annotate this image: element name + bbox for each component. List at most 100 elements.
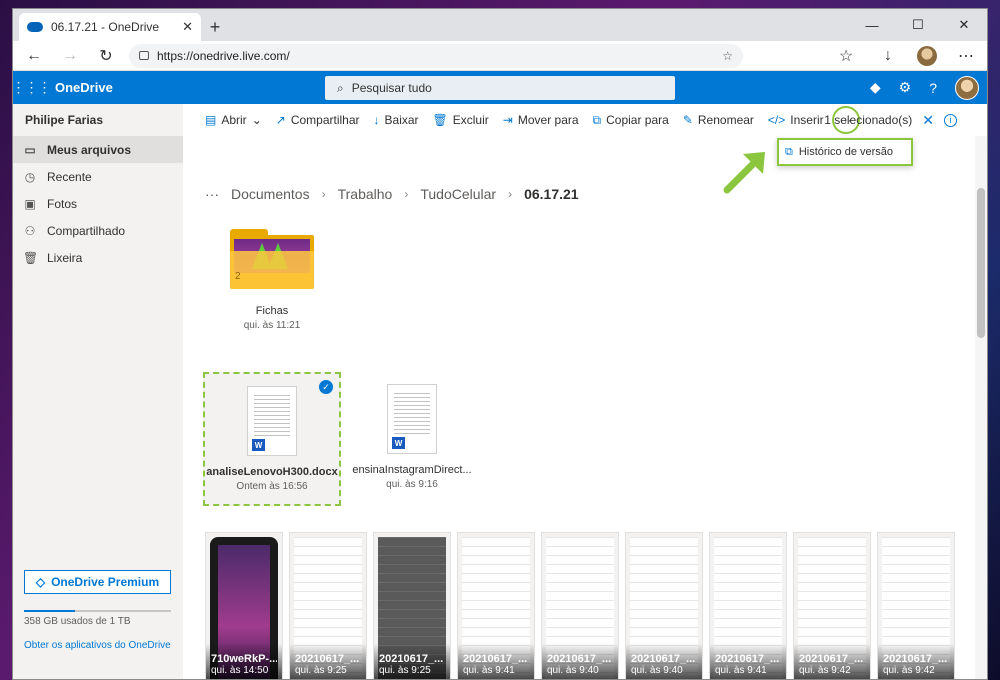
browser-profile-avatar[interactable] bbox=[917, 45, 937, 66]
photo-date: qui. às 9:42 bbox=[799, 665, 851, 676]
breadcrumb-item[interactable]: TudoCelular bbox=[420, 186, 496, 202]
photo-date: qui. às 14:50 bbox=[211, 665, 269, 676]
sidebar-item-shared[interactable]: ⚇ Compartilhado bbox=[13, 217, 183, 244]
window-controls: — ☐ ✕ bbox=[849, 9, 987, 41]
photo-name: 20210617_... bbox=[547, 653, 612, 665]
code-icon: </> bbox=[767, 113, 786, 127]
file-name: ensinaInstagramDirect... bbox=[352, 464, 472, 476]
share-button[interactable]: ↗ Compartilhar bbox=[276, 113, 360, 127]
photo-tile[interactable]: 20210617_... qui. às 9:41 bbox=[709, 532, 787, 679]
tab-strip: 06.17.21 - OneDrive ✕ + — ☐ ✕ bbox=[13, 9, 987, 41]
sidebar-item-label: Compartilhado bbox=[47, 223, 126, 238]
scrollbar-thumb[interactable] bbox=[977, 188, 985, 338]
premium-label: OneDrive Premium bbox=[51, 575, 160, 589]
share-label: Compartilhar bbox=[290, 113, 360, 127]
folder-tile[interactable]: 2 Fichas qui. às 11:21 bbox=[215, 229, 329, 331]
favorite-star-icon[interactable]: ☆ bbox=[722, 49, 733, 63]
premium-button[interactable]: ◇ OneDrive Premium bbox=[24, 570, 171, 594]
user-avatar[interactable] bbox=[955, 75, 979, 100]
sidebar-item-recycle-bin[interactable]: 🗑 Lixeira bbox=[13, 244, 183, 271]
diamond-icon: ◇ bbox=[35, 575, 46, 589]
sidebar-item-photos[interactable]: ▣ Fotos bbox=[13, 190, 183, 217]
photo-name: 20210617_... bbox=[715, 653, 780, 665]
breadcrumb-item[interactable]: Documentos bbox=[231, 186, 310, 202]
forward-arrow-icon[interactable]: → bbox=[57, 43, 83, 69]
scrollbar[interactable] bbox=[975, 136, 987, 679]
file-date: qui. às 9:16 bbox=[386, 479, 438, 490]
back-arrow-icon[interactable]: ← bbox=[21, 43, 47, 69]
breadcrumb-more[interactable]: ··· bbox=[205, 186, 219, 202]
version-history-label: Histórico de versão bbox=[798, 146, 894, 158]
info-icon[interactable]: i bbox=[944, 113, 957, 127]
folder-item-count: 2 bbox=[235, 271, 241, 282]
photo-tile[interactable]: 20210617_... qui. às 9:25 bbox=[289, 532, 367, 679]
sidebar-item-label: Fotos bbox=[47, 196, 78, 211]
photo-tile[interactable]: 20210617_... qui. às 9:41 bbox=[457, 532, 535, 679]
file-tile[interactable]: W ensinaInstagramDirect... qui. às 9:16 bbox=[343, 372, 481, 506]
delete-label: Excluir bbox=[452, 113, 489, 127]
annotation-arrow-icon bbox=[723, 152, 765, 194]
trash-icon: 🗑 bbox=[432, 113, 448, 127]
checkmark-icon[interactable]: ✓ bbox=[319, 380, 333, 394]
embed-button[interactable]: </> Inserir bbox=[768, 113, 824, 127]
photo-date: qui. às 9:25 bbox=[295, 665, 347, 676]
premium-diamond-icon[interactable]: ◆ bbox=[870, 79, 881, 96]
photo-tile[interactable]: 20210617_... qui. às 9:25 bbox=[373, 532, 451, 679]
move-to-button[interactable]: ⇥ Mover para bbox=[503, 113, 579, 127]
downloads-icon[interactable]: ↓ bbox=[875, 43, 901, 69]
url-field[interactable]: https://onedrive.live.com/ ☆ bbox=[129, 43, 743, 68]
download-label: Baixar bbox=[384, 113, 419, 127]
folder-icon: 2 bbox=[230, 229, 314, 289]
command-bar: ▤ Abrir ⌄ ↗ Compartilhar ↓ Baixar 🗑 Excluir ⇥… bbox=[183, 104, 987, 136]
chevron-right-icon: › bbox=[321, 187, 326, 201]
photo-tile[interactable]: 20210617_... qui. às 9:40 bbox=[625, 532, 703, 679]
app-launcher-icon[interactable]: ⋮⋮⋮ bbox=[13, 79, 52, 96]
clear-selection-icon[interactable]: ✕ bbox=[922, 112, 934, 129]
photo-date: qui. às 9:40 bbox=[547, 665, 599, 676]
minimize-button[interactable]: — bbox=[849, 9, 895, 41]
help-icon[interactable]: ? bbox=[929, 80, 937, 96]
sidebar-item-recent[interactable]: ◷ Recente bbox=[13, 163, 183, 190]
selection-status: 1 selecionado(s) ✕ i bbox=[824, 112, 957, 129]
photo-name: 20210617_... bbox=[631, 653, 696, 665]
sidebar-item-my-files[interactable]: ▭ Meus arquivos bbox=[13, 136, 183, 163]
photo-tile[interactable]: 20210617_... qui. às 9:42 bbox=[877, 532, 955, 679]
version-history-menu-item[interactable]: ⧉ Histórico de versão bbox=[777, 138, 913, 166]
photo-date: qui. às 9:41 bbox=[715, 665, 767, 676]
browser-window: 06.17.21 - OneDrive ✕ + — ☐ ✕ ← → ↻ http… bbox=[12, 8, 988, 680]
tab-title: 06.17.21 - OneDrive bbox=[51, 20, 160, 34]
download-button[interactable]: ↓ Baixar bbox=[374, 113, 419, 127]
storage-text: 358 GB usados de 1 TB bbox=[24, 616, 131, 627]
photo-tile[interactable]: 20210617_... qui. às 9:40 bbox=[541, 532, 619, 679]
sidebar-item-label: Meus arquivos bbox=[47, 142, 132, 157]
copy-to-button[interactable]: ⧉ Copiar para bbox=[593, 113, 669, 128]
photo-tile[interactable]: 20210617_... qui. às 9:42 bbox=[793, 532, 871, 679]
photo-icon: ▣ bbox=[24, 196, 36, 211]
close-window-button[interactable]: ✕ bbox=[941, 9, 987, 41]
open-button[interactable]: ▤ Abrir ⌄ bbox=[205, 113, 262, 127]
main-content: ▤ Abrir ⌄ ↗ Compartilhar ↓ Baixar 🗑 Excluir ⇥… bbox=[183, 104, 987, 679]
file-tile-selected[interactable]: ✓ W analiseLenovoH300.docx Ontem às 16:5… bbox=[203, 372, 341, 506]
delete-button[interactable]: 🗑 Excluir bbox=[433, 113, 489, 127]
rename-button[interactable]: ✎ Renomear bbox=[683, 113, 754, 127]
browser-tab[interactable]: 06.17.21 - OneDrive ✕ bbox=[19, 13, 201, 41]
browser-menu-icon[interactable]: ⋯ bbox=[953, 43, 979, 69]
tab-close-icon[interactable]: ✕ bbox=[182, 19, 193, 35]
search-box[interactable]: ⌕ Pesquisar tudo bbox=[325, 76, 675, 100]
gear-icon[interactable]: ⚙ bbox=[899, 79, 912, 96]
maximize-button[interactable]: ☐ bbox=[895, 9, 941, 41]
brand-title[interactable]: OneDrive bbox=[55, 80, 113, 95]
copy-icon: ⧉ bbox=[592, 112, 602, 127]
photo-tile[interactable]: 710weRkP-... qui. às 14:50 bbox=[205, 532, 283, 679]
refresh-icon[interactable]: ↻ bbox=[93, 43, 119, 69]
pencil-icon: ✎ bbox=[682, 113, 693, 127]
photo-name: 20210617_... bbox=[295, 653, 360, 665]
selected-count: 1 selecionado(s) bbox=[824, 113, 913, 127]
chevron-right-icon: › bbox=[508, 187, 513, 201]
photo-date: qui. às 9:40 bbox=[631, 665, 683, 676]
get-apps-link[interactable]: Obter os aplicativos do OneDrive bbox=[24, 640, 171, 651]
rename-label: Renomear bbox=[697, 113, 754, 127]
breadcrumb-item[interactable]: Trabalho bbox=[338, 186, 393, 202]
favorites-icon[interactable]: ☆ bbox=[833, 43, 859, 69]
new-tab-button[interactable]: + bbox=[201, 13, 229, 41]
